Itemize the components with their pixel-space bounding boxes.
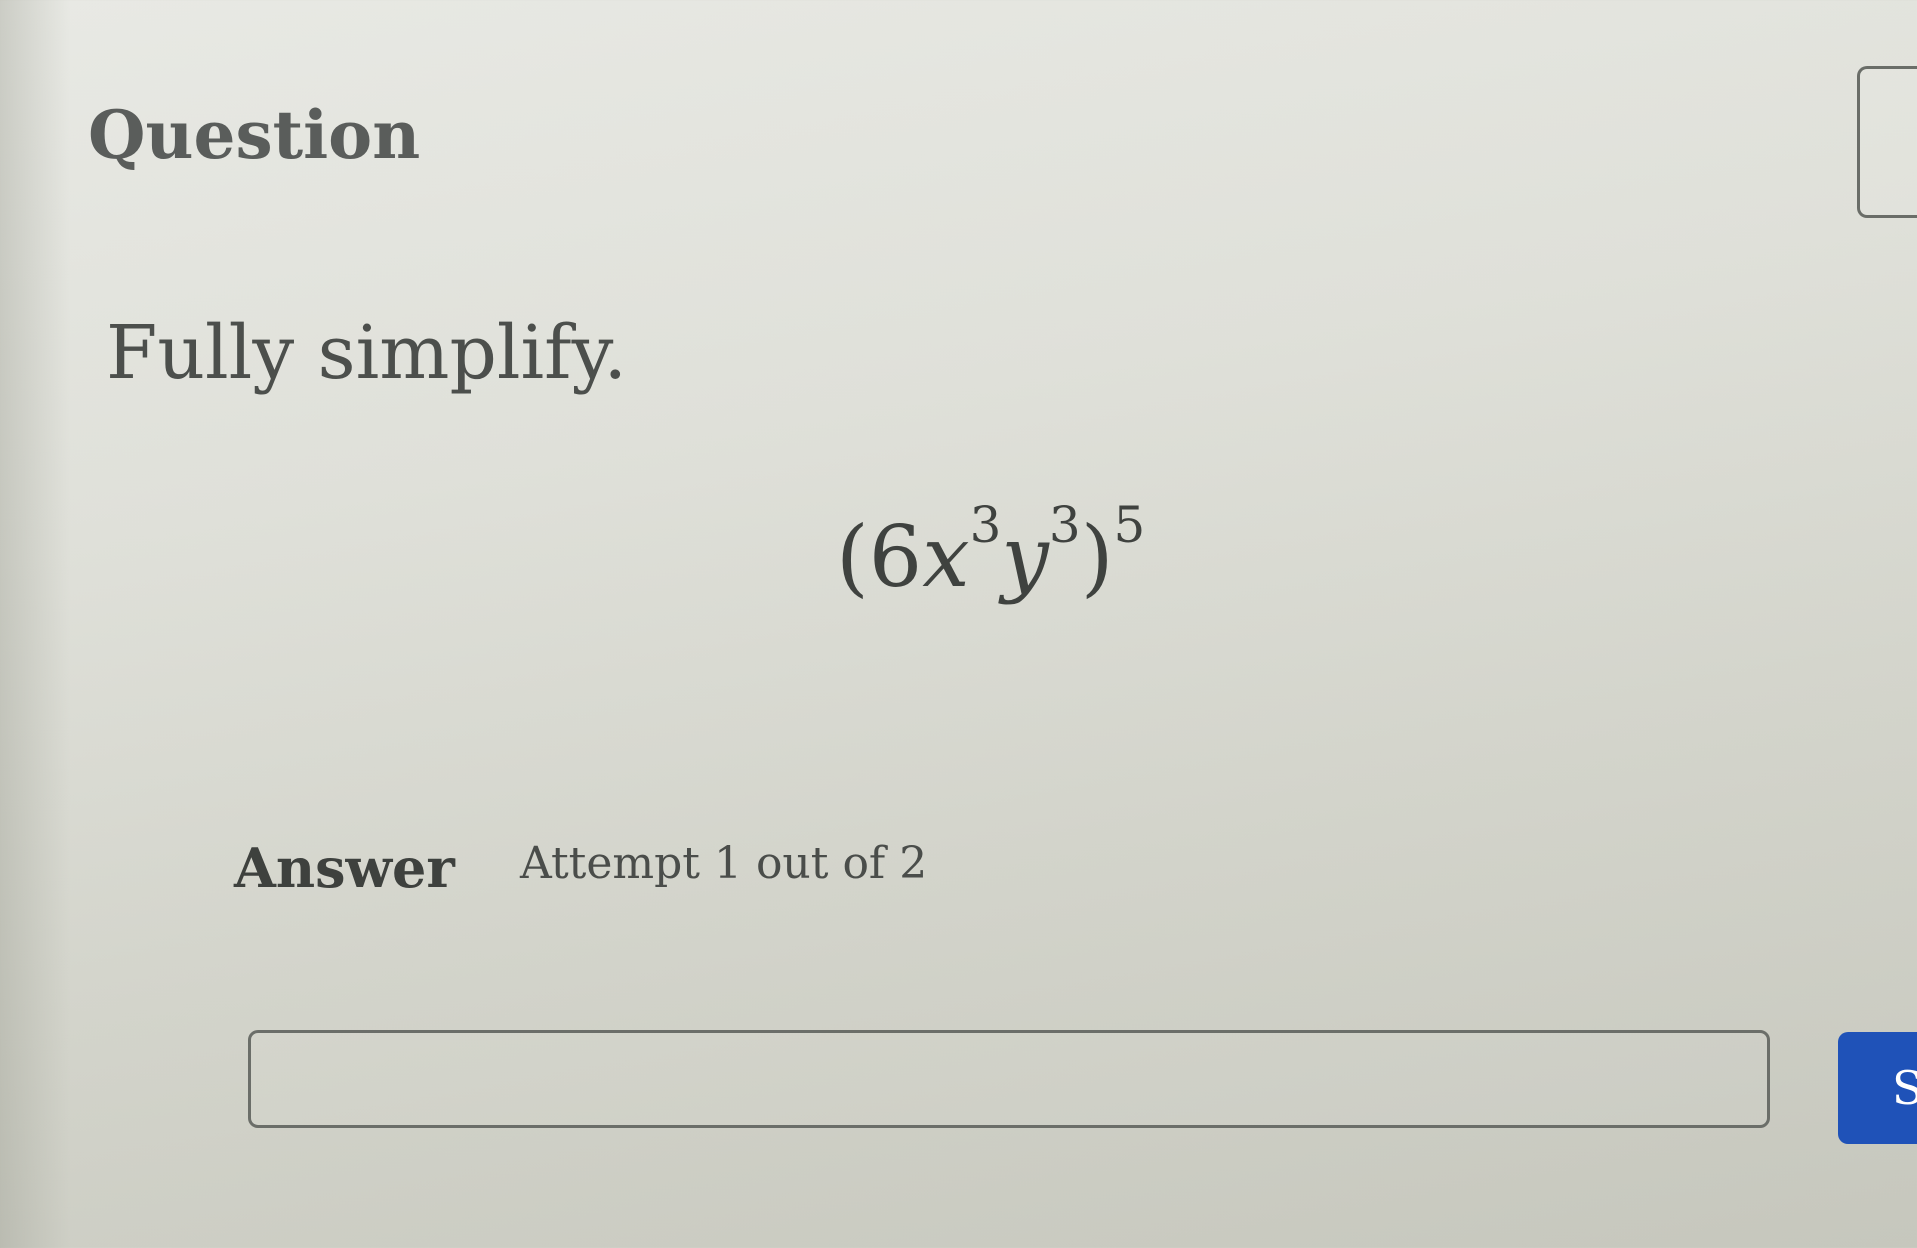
expr-exp-x: 3 <box>969 496 1002 554</box>
expr-exp-y: 3 <box>1048 496 1081 554</box>
expr-coefficient: 6 <box>868 508 923 606</box>
submit-button[interactable]: S <box>1838 1032 1917 1144</box>
question-instruction: Fully simplify. <box>106 310 628 396</box>
math-expression: (6x3y3)5 <box>836 496 1145 606</box>
attempt-counter: Attempt 1 out of 2 <box>520 838 928 889</box>
answer-label: Answer <box>234 836 455 900</box>
answer-input[interactable] <box>248 1030 1770 1128</box>
question-heading: Question <box>88 96 421 174</box>
expr-close-paren: ) <box>1080 508 1114 606</box>
top-right-panel-button[interactable] <box>1857 66 1917 218</box>
expr-var-x: x <box>922 508 970 606</box>
page-edge-shadow <box>0 0 70 1248</box>
expr-open-paren: ( <box>836 508 869 606</box>
expr-outer-exp: 5 <box>1113 496 1146 554</box>
expr-var-y: y <box>1001 508 1049 606</box>
